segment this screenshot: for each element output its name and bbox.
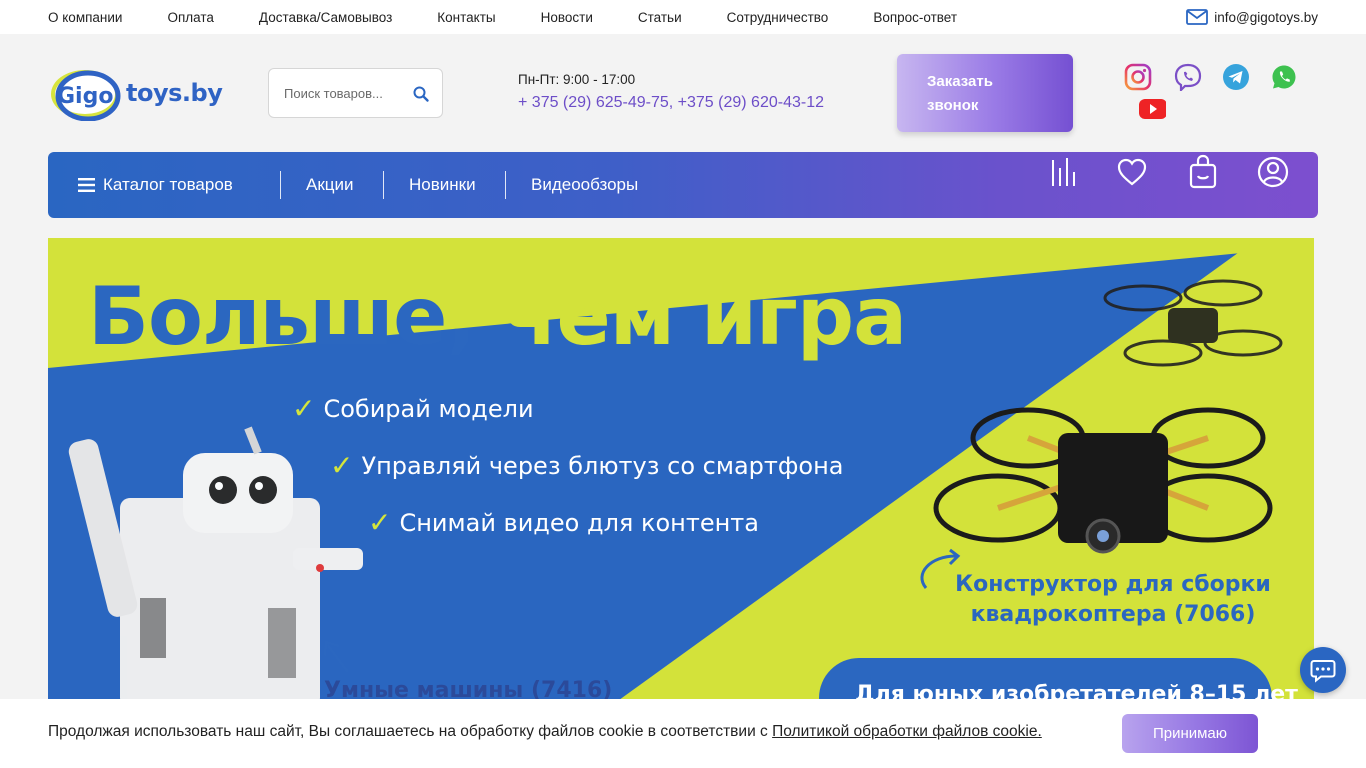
heart-icon[interactable] [1116, 154, 1148, 190]
user-icon[interactable] [1257, 154, 1289, 190]
search-input[interactable] [269, 85, 404, 101]
shopping-bag-icon[interactable] [1187, 154, 1219, 190]
banner-title: Больше, чем игра [88, 270, 908, 363]
cookie-banner: Продолжая использовать наш сайт, Вы согл… [0, 699, 1366, 768]
nav-divider [505, 171, 506, 199]
top-nav-about[interactable]: О компании [48, 10, 122, 25]
banner-bullet: ✓ Собирай модели [292, 392, 534, 425]
nav-divider [383, 171, 384, 199]
chat-widget-button[interactable] [1300, 647, 1346, 693]
nav-item-new[interactable]: Новинки [409, 152, 476, 218]
catalog-menu-button[interactable]: Каталог товаров [78, 152, 233, 218]
viber-icon[interactable] [1174, 63, 1202, 91]
search-box [268, 68, 443, 118]
top-nav-articles[interactable]: Статьи [638, 10, 682, 25]
mail-icon [1186, 9, 1209, 25]
chat-icon [1310, 660, 1336, 683]
top-nav-delivery[interactable]: Доставка/Самовывоз [259, 10, 392, 25]
check-icon: ✓ [292, 392, 316, 425]
search-icon[interactable] [412, 85, 430, 103]
top-nav-faq[interactable]: Вопрос-ответ [873, 10, 957, 25]
social-links [1124, 62, 1304, 122]
cookie-text: Продолжая использовать наш сайт, Вы согл… [48, 723, 1042, 741]
main-nav: Каталог товаров Акции Новинки Видеообзор… [48, 152, 1318, 218]
cookie-policy-link[interactable]: Политикой обработки файлов cookie. [772, 723, 1042, 740]
compare-icon[interactable] [1048, 154, 1080, 190]
top-email-text: info@gigotoys.by [1214, 9, 1318, 25]
top-nav: О компании Оплата Доставка/Самовывоз Кон… [48, 0, 1002, 34]
cookie-accept-button[interactable]: Принимаю [1122, 714, 1258, 753]
drone-product-label: Конструктор для сборки квадрокоптера (70… [955, 572, 1271, 627]
banner-title-part1: Больше, [88, 270, 503, 363]
svg-text:Gigo: Gigo [57, 84, 113, 109]
banner-title-part2: чем игра [502, 270, 908, 363]
instagram-icon[interactable] [1124, 63, 1152, 91]
logo-text: toys.by [126, 79, 223, 107]
banner-bullet: ✓ Управляй через блютуз со смартфона [330, 449, 843, 482]
check-icon: ✓ [368, 506, 392, 539]
callback-button[interactable]: Заказать звонок [897, 54, 1073, 132]
nav-item-sales[interactable]: Акции [306, 152, 354, 218]
top-email-link[interactable]: info@gigotoys.by [1186, 0, 1318, 34]
catalog-label: Каталог товаров [103, 175, 233, 194]
youtube-icon[interactable] [1138, 94, 1166, 122]
hamburger-icon [78, 178, 95, 192]
cookie-message: Продолжая использовать наш сайт, Вы согл… [48, 723, 773, 740]
site-logo[interactable]: Gigo toys.by [48, 64, 223, 122]
telegram-icon[interactable] [1222, 63, 1250, 91]
check-icon: ✓ [330, 449, 354, 482]
logo-badge: Gigo [48, 65, 122, 122]
top-nav-news[interactable]: Новости [541, 10, 593, 25]
top-nav-contacts[interactable]: Контакты [437, 10, 495, 25]
promo-banner[interactable]: Больше, чем игра ✓ Собирай модели ✓ Упра… [48, 238, 1314, 708]
nav-item-video-reviews[interactable]: Видеообзоры [531, 152, 638, 218]
top-nav-cooperation[interactable]: Сотрудничество [727, 10, 829, 25]
banner-bullet-text: Управляй через блютуз со смартфона [361, 451, 844, 480]
work-hours: Пн-Пт: 9:00 - 17:00 [518, 72, 636, 87]
top-bar: О компании Оплата Доставка/Самовывоз Кон… [0, 0, 1366, 34]
banner-bullet: ✓ Снимай видео для контента [368, 506, 759, 539]
top-nav-payment[interactable]: Оплата [167, 10, 213, 25]
whatsapp-icon[interactable] [1270, 63, 1298, 91]
banner-bullet-text: Снимай видео для контента [399, 508, 759, 537]
banner-bullet-text: Собирай модели [323, 394, 534, 423]
phone-numbers[interactable]: + 375 (29) 625-49-75, +375 (29) 620-43-1… [518, 94, 824, 112]
nav-divider [280, 171, 281, 199]
